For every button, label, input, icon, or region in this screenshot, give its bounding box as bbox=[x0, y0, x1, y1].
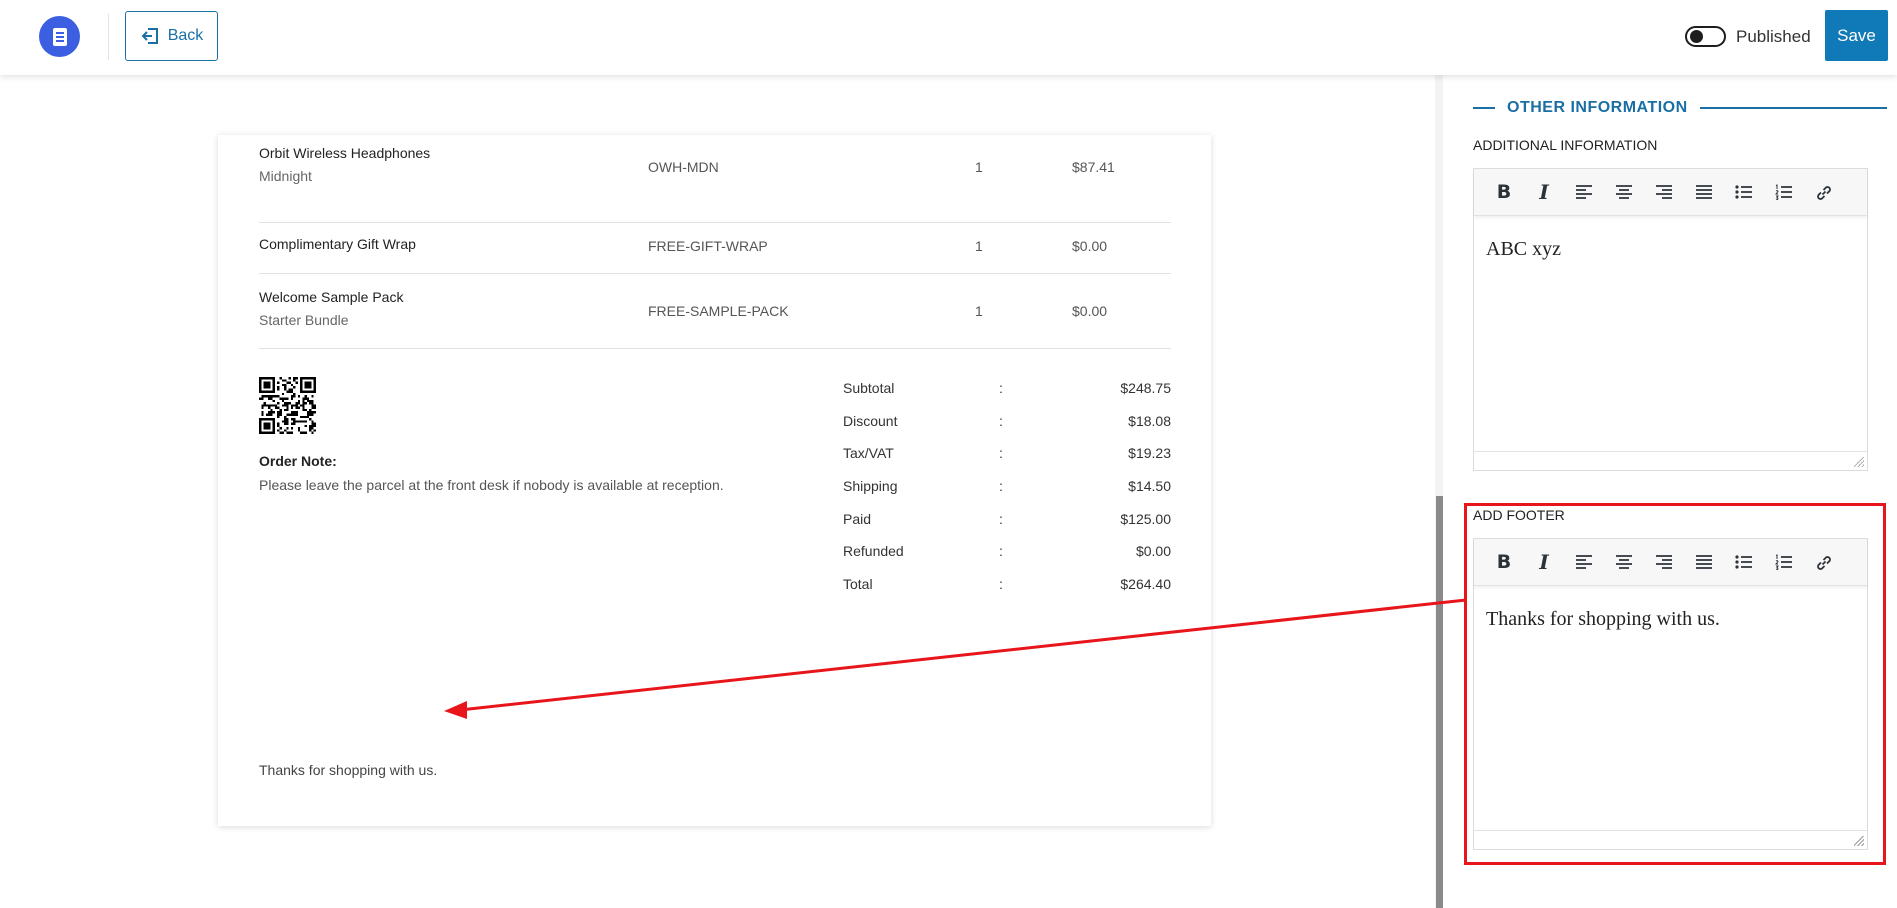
totals-label: Discount bbox=[843, 413, 898, 429]
item-price: $0.00 bbox=[1072, 303, 1108, 319]
item-name: Welcome Sample Pack bbox=[259, 289, 404, 305]
line-item-row: Orbit Wireless Headphones Midnight OWH-MDN… bbox=[259, 144, 1171, 223]
back-button[interactable]: Back bbox=[125, 11, 218, 61]
totals-value: $248.75 bbox=[1120, 380, 1171, 396]
footer-text-input[interactable]: Thanks for shopping with us. bbox=[1474, 586, 1867, 653]
preview-canvas: Orbit Wireless Headphones Midnight OWH-MDN… bbox=[0, 75, 1435, 908]
item-variant: Midnight bbox=[259, 168, 312, 184]
italic-icon[interactable]: I bbox=[1524, 172, 1564, 212]
section-title: OTHER INFORMATION bbox=[1507, 99, 1688, 116]
resize-handle-icon[interactable] bbox=[1854, 836, 1864, 846]
additional-info-label: ADDITIONAL INFORMATION bbox=[1473, 137, 1658, 153]
receipt-icon[interactable] bbox=[39, 16, 80, 57]
align-left-icon[interactable] bbox=[1564, 172, 1604, 212]
item-sku: FREE-GIFT-WRAP bbox=[648, 238, 768, 254]
totals-colon: : bbox=[999, 543, 1003, 559]
align-right-icon[interactable] bbox=[1644, 172, 1684, 212]
editor-toolbar: BI bbox=[1474, 169, 1867, 216]
item-quantity: 1 bbox=[975, 159, 983, 175]
totals-row: Shipping: $14.50 bbox=[843, 478, 1171, 498]
totals-label: Tax/VAT bbox=[843, 445, 894, 461]
totals-label: Paid bbox=[843, 511, 872, 527]
order-note-title: Order Note: bbox=[259, 453, 337, 469]
settings-sidebar: OTHER INFORMATION ADDITIONAL INFORMATION… bbox=[1445, 75, 1897, 908]
totals-row: Total: $264.40 bbox=[843, 576, 1171, 596]
totals-label: Refunded bbox=[843, 543, 904, 559]
bold-icon[interactable]: B bbox=[1484, 172, 1524, 212]
totals-value: $18.08 bbox=[1128, 413, 1171, 429]
editor-statusbar bbox=[1474, 451, 1867, 470]
totals-value: $19.23 bbox=[1128, 445, 1171, 461]
section-heading: OTHER INFORMATION bbox=[1473, 96, 1887, 120]
totals-label: Subtotal bbox=[843, 380, 895, 396]
align-justify-icon[interactable] bbox=[1684, 172, 1724, 212]
heading-rule-left bbox=[1473, 107, 1495, 109]
additional-info-text[interactable]: ABC xyz bbox=[1474, 216, 1867, 283]
totals-colon: : bbox=[999, 511, 1003, 527]
additional-info-editor[interactable]: BI ABC xyz bbox=[1473, 168, 1868, 471]
item-sku: OWH-MDN bbox=[648, 159, 719, 175]
totals-row: Tax/VAT: $19.23 bbox=[843, 445, 1171, 465]
order-note-text: Please leave the parcel at the front des… bbox=[259, 477, 724, 493]
totals-row: Paid: $125.00 bbox=[843, 511, 1171, 531]
save-button[interactable]: Save bbox=[1825, 10, 1888, 61]
link-icon[interactable] bbox=[1804, 542, 1844, 582]
totals-colon: : bbox=[999, 478, 1003, 494]
item-quantity: 1 bbox=[975, 238, 983, 254]
footer-editor[interactable]: BI Thanks for shopping with us. bbox=[1473, 538, 1868, 850]
exit-arrow-icon bbox=[140, 26, 160, 46]
numbered-list-icon[interactable] bbox=[1764, 172, 1804, 212]
totals-colon: : bbox=[999, 413, 1003, 429]
totals-colon: : bbox=[999, 576, 1003, 592]
totals-row: Refunded: $0.00 bbox=[843, 543, 1171, 563]
totals-value: $264.40 bbox=[1120, 576, 1171, 592]
published-label: Published bbox=[1736, 27, 1811, 46]
item-quantity: 1 bbox=[975, 303, 983, 319]
numbered-list-icon[interactable] bbox=[1764, 542, 1804, 582]
item-price: $87.41 bbox=[1072, 159, 1115, 175]
toggle-knob bbox=[1690, 30, 1703, 43]
totals-value: $14.50 bbox=[1128, 478, 1171, 494]
resize-handle-icon[interactable] bbox=[1854, 457, 1864, 467]
heading-rule-right bbox=[1699, 107, 1887, 109]
italic-icon[interactable]: I bbox=[1524, 542, 1564, 582]
top-bar: Back Published Save bbox=[0, 0, 1897, 75]
item-sku: FREE-SAMPLE-PACK bbox=[648, 303, 789, 319]
item-name: Orbit Wireless Headphones bbox=[259, 145, 431, 161]
panel-scrollbar-thumb[interactable] bbox=[1436, 496, 1443, 908]
item-price: $0.00 bbox=[1072, 238, 1108, 254]
back-label: Back bbox=[167, 27, 204, 44]
item-name: Complimentary Gift Wrap bbox=[259, 236, 416, 252]
totals-label: Total bbox=[843, 576, 873, 592]
bold-icon[interactable]: B bbox=[1484, 542, 1524, 582]
editor-toolbar: BI bbox=[1474, 539, 1867, 586]
add-footer-label: ADD FOOTER bbox=[1473, 507, 1565, 523]
align-right-icon[interactable] bbox=[1644, 542, 1684, 582]
totals-row: Subtotal: $248.75 bbox=[843, 380, 1171, 400]
align-center-icon[interactable] bbox=[1604, 172, 1644, 212]
align-justify-icon[interactable] bbox=[1684, 542, 1724, 582]
invoice-footer-text: Thanks for shopping with us. bbox=[259, 762, 438, 778]
totals-colon: : bbox=[999, 445, 1003, 461]
align-left-icon[interactable] bbox=[1564, 542, 1604, 582]
qr-code bbox=[259, 377, 316, 434]
item-variant: Starter Bundle bbox=[259, 312, 349, 328]
totals-value: $0.00 bbox=[1135, 543, 1171, 559]
align-center-icon[interactable] bbox=[1604, 542, 1644, 582]
link-icon[interactable] bbox=[1804, 172, 1844, 212]
totals-colon: : bbox=[999, 380, 1003, 396]
bulleted-list-icon[interactable] bbox=[1724, 542, 1764, 582]
line-item-row: Welcome Sample Pack Starter Bundle FREE-SA… bbox=[259, 274, 1171, 349]
invoice-preview: Orbit Wireless Headphones Midnight OWH-MDN… bbox=[218, 135, 1211, 826]
published-toggle[interactable] bbox=[1685, 26, 1726, 47]
totals-label: Shipping bbox=[843, 478, 898, 494]
totals-row: Discount: $18.08 bbox=[843, 413, 1171, 433]
totals-value: $125.00 bbox=[1120, 511, 1171, 527]
line-item-row: Complimentary Gift Wrap FREE-GIFT-WRAP 1 $0… bbox=[259, 223, 1171, 274]
editor-statusbar bbox=[1474, 830, 1867, 849]
topbar-divider bbox=[108, 14, 109, 60]
bulleted-list-icon[interactable] bbox=[1724, 172, 1764, 212]
